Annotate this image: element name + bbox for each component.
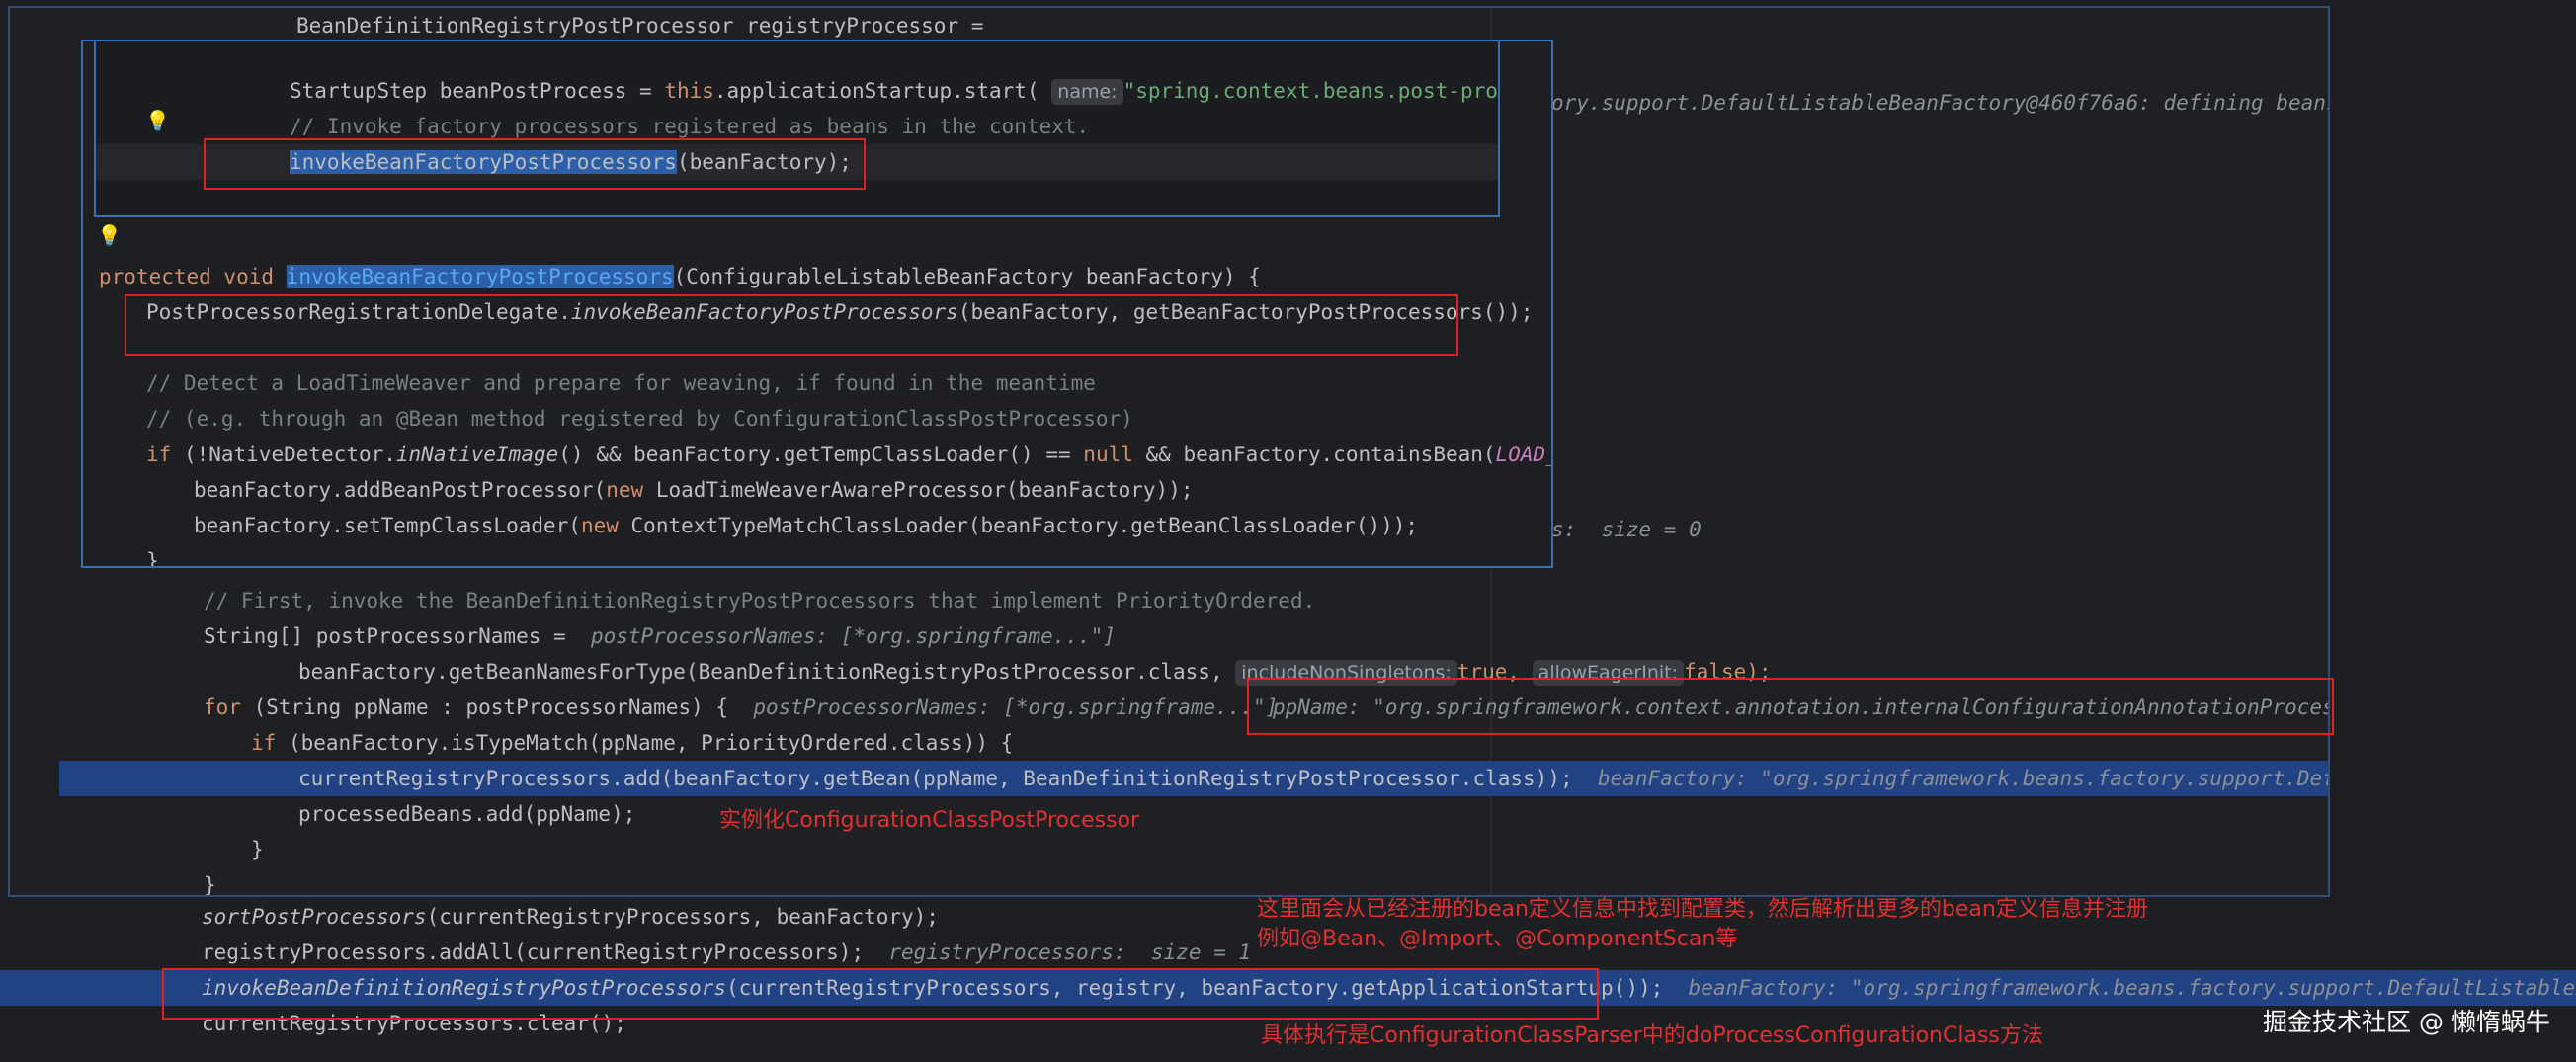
code-line-comment2: // (e.g. through an @Bean method registe… — [146, 407, 1133, 431]
redbox-delegate-call — [125, 294, 1458, 356]
annotation-explain-2: 例如@Bean、@Import、@ComponentScan等 — [1257, 927, 1738, 951]
call-site-popup-panel: StartupStep beanPostProcess = this.appli… — [94, 40, 1500, 217]
redbox-invoke-call — [204, 138, 866, 190]
code-line-processed-add: processedBeans.add(ppName); — [298, 802, 636, 826]
lightbulb-icon[interactable]: 💡 — [97, 225, 122, 245]
annotation-instantiate: 实例化ConfigurationClassPostProcessor — [719, 808, 1140, 833]
redbox-ppname-value — [1247, 678, 2334, 735]
code-line-close-for: } — [204, 873, 216, 897]
code-line-method-sig: protected void invokeBeanFactoryPostProc… — [99, 265, 1261, 288]
redbox-invoke-registry — [162, 968, 1599, 1020]
watermark: 掘金技术社区 @ 懒惰蜗牛 — [2263, 1008, 2550, 1036]
code-line-add-all: registryProcessors.addAll(currentRegistr… — [202, 940, 1252, 964]
code-line-add-bpp: beanFactory.addBeanPostProcessor(new Loa… — [194, 478, 1194, 502]
lightbulb-icon[interactable]: 💡 — [145, 111, 170, 130]
code-line-current-add[interactable]: currentRegistryProcessors.add(beanFactor… — [298, 761, 2328, 796]
code-line-if-native: if (!NativeDetector.inNativeImage() && b… — [146, 443, 1553, 466]
annotation-explain-3: 具体执行是ConfigurationClassParser中的doProcess… — [1261, 1023, 2043, 1048]
debug-value-size: s: size = 0 — [1551, 518, 1702, 541]
code-line-for: for (String ppName : postProcessorNames)… — [204, 695, 1279, 719]
debug-value-beanfactory: ory.support.DefaultListableBeanFactory@4… — [1551, 91, 2330, 115]
code-line-close-if-native: } — [146, 549, 159, 568]
code-line-if-type-match: if (beanFactory.isTypeMatch(ppName, Prio… — [251, 731, 1014, 755]
code-line-first-comment: // First, invoke the BeanDefinitionRegis… — [204, 589, 1316, 613]
code-line-startup: StartupStep beanPostProcess = this.appli… — [290, 79, 1498, 105]
annotation-explain-1: 这里面会从已经注册的bean定义信息中找到配置类，然后解析出更多的bean定义信… — [1257, 897, 2148, 922]
code-line-sort: sortPostProcessors(currentRegistryProces… — [202, 905, 939, 929]
code-line-close-if: } — [251, 838, 264, 861]
code-line-string-decl: String[] postProcessorNames = postProces… — [204, 624, 1116, 648]
code-line-registry-processor: BeanDefinitionRegistryPostProcessor regi… — [296, 14, 984, 38]
code-line-set-tcl: beanFactory.setTempClassLoader(new Conte… — [194, 514, 1419, 537]
code-line-comment1: // Detect a LoadTimeWeaver and prepare f… — [146, 371, 1096, 395]
